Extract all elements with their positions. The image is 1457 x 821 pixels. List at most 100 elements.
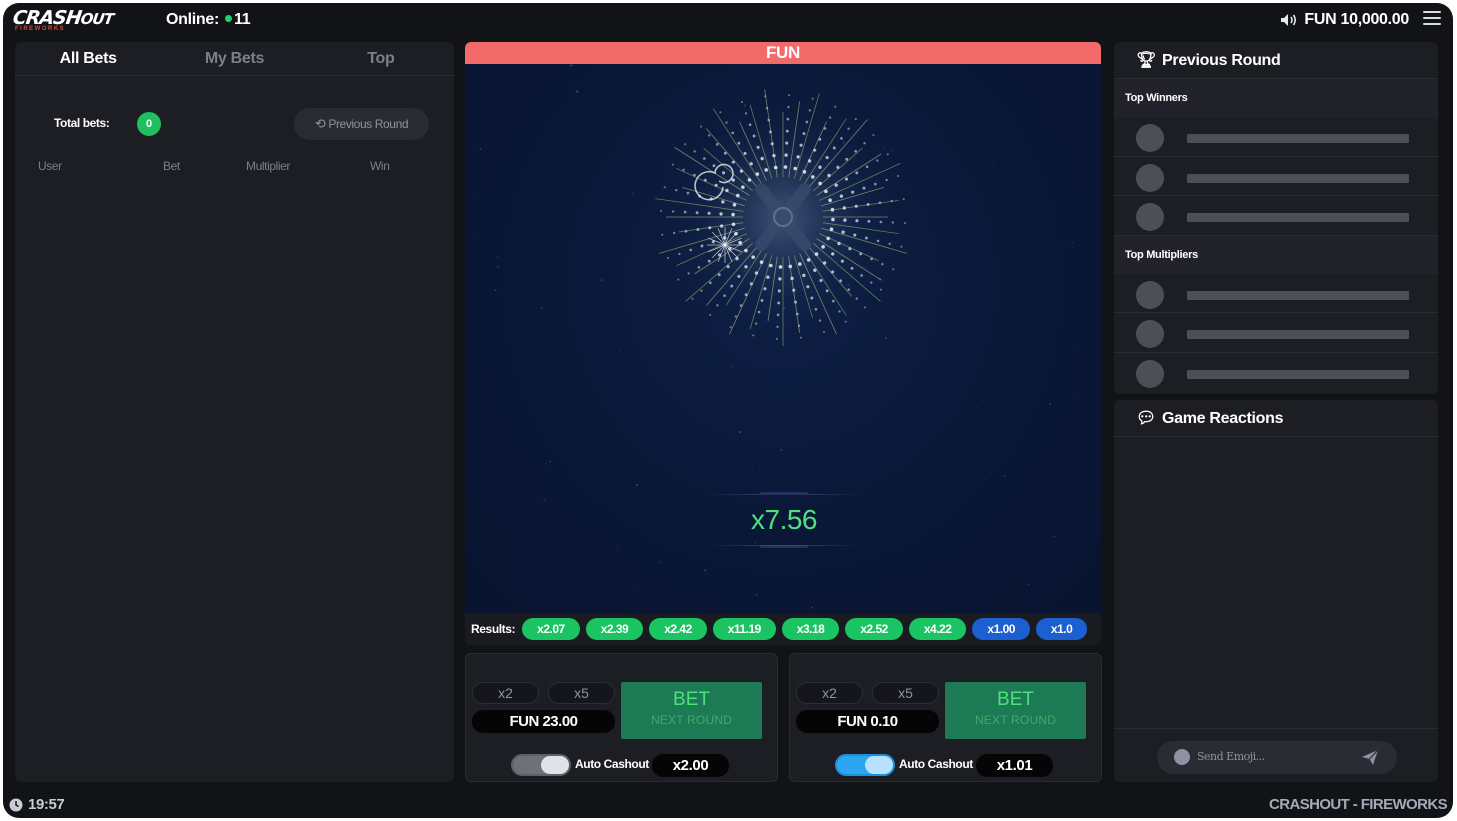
text-placeholder [1187,369,1409,379]
text-placeholder [1187,134,1409,143]
top-bar: CRASHOUT FIREWORKS Online: 11 FUN 10,000.… [3,3,1453,37]
logo-out: OUT [79,10,115,28]
result-chip[interactable]: x2.39 [585,618,644,640]
total-bets-label: Total bets: [54,116,110,130]
auto-cashout-input[interactable]: x2.00 [652,754,729,777]
result-chip[interactable]: x2.52 [845,618,903,640]
bets-panel: All Bets My Bets Top Total bets: 0 ⟲ Prev… [15,42,454,782]
game-reactions-panel: 💬︎ Game Reactions Send Emoji... [1114,400,1438,782]
bet-panel-2: x2 x5 FUN 0.10 BET NEXT ROUND Auto Casho… [789,653,1102,782]
online-label: Online: [166,11,220,28]
quick-x2-button[interactable]: x2 [472,682,539,704]
balance-value: FUN 10,000.00 [1304,11,1409,28]
text-placeholder [1187,330,1409,339]
auto-cashout-input[interactable]: x1.01 [976,754,1053,777]
top-winners-header: Top Winners [1114,79,1438,117]
hamburger-menu-icon[interactable] [1423,11,1441,27]
send-icon[interactable] [1361,749,1379,766]
avatar-placeholder [1136,359,1164,388]
total-bets-row: Total bets: 0 ⟲ Previous Round [15,108,454,140]
balance-area: FUN 10,000.00 [1280,11,1409,29]
bet-button-label: BET [673,689,710,710]
winner-row-placeholder [1114,117,1438,157]
results-bar: Results: x2.07 x2.39 x2.42 x11.19 x3.18 … [465,613,1101,645]
result-chip[interactable]: x2.42 [649,618,707,640]
bet-button[interactable]: BET NEXT ROUND [621,682,762,739]
col-win: Win [370,159,390,173]
result-chip[interactable]: x1.00 [972,618,1030,640]
send-emoji-input[interactable]: Send Emoji... [1157,741,1397,774]
auto-cashout-toggle[interactable] [835,754,895,776]
bet-button-sublabel: NEXT ROUND [650,713,733,727]
result-chip[interactable]: x4.22 [908,618,967,640]
tab-all-bets[interactable]: All Bets [15,42,161,75]
result-chip[interactable]: x1.0 [1035,618,1088,640]
online-indicator: Online: 11 [166,11,251,29]
toggle-knob [541,756,569,774]
result-chip[interactable]: x2.07 [522,618,580,640]
logo: CRASHOUT FIREWORKS [11,7,114,33]
game-mode-header: FUN [465,42,1101,64]
text-placeholder [1187,213,1409,222]
multiplier-top-accent [760,492,808,495]
avatar-placeholder [1136,280,1164,309]
previous-round-header: 🏆︎ Previous Round [1114,42,1438,79]
previous-round-label: Previous Round [328,117,409,131]
quick-x5-button[interactable]: x5 [548,682,615,704]
avatar-placeholder [1136,163,1164,192]
clock-time: 19:57 [28,796,65,813]
previous-round-title: Previous Round [1162,52,1281,69]
avatar-placeholder [1136,320,1164,348]
app-window: CRASHOUT FIREWORKS Online: 11 FUN 10,000.… [3,3,1453,818]
text-placeholder [1187,290,1409,300]
bet-amount-input[interactable]: FUN 23.00 [472,710,615,733]
history-icon: ⟲ [314,116,326,131]
multiplier-value: x7.56 [751,504,818,535]
speaker-icon[interactable] [1280,13,1298,27]
toggle-knob [865,756,893,774]
previous-round-button[interactable]: ⟲ Previous Round [294,108,429,140]
divider [1114,728,1438,729]
footer-brand: CRASHOUT - FIREWORKS [1269,796,1448,813]
chat-bubbles-icon: 💬︎ [1136,410,1157,427]
game-reactions-title: Game Reactions [1162,410,1284,427]
previous-round-panel: 🏆︎ Previous Round Top Winners Top Multipl… [1114,42,1438,394]
col-multiplier: Multiplier [246,159,291,173]
smiley-icon[interactable] [1174,749,1190,765]
text-placeholder [1187,173,1409,183]
game-reactions-header: 💬︎ Game Reactions [1114,400,1438,437]
col-bet: Bet [163,159,180,173]
online-count: 11 [234,11,251,28]
current-multiplier: x7.56 [705,492,863,548]
auto-cashout-label: Auto Cashout [575,757,649,771]
game-area: FUN x7.56 Results: x2.07 x2.39 x2.42 x11… [465,42,1101,645]
winner-row-placeholder [1114,157,1438,196]
logo-sub: FIREWORKS [15,26,66,32]
online-dot-icon [225,15,233,23]
fireworks-canvas: x7.56 [465,64,1101,613]
bet-amount-input[interactable]: FUN 0.10 [796,710,939,733]
avatar-placeholder [1136,203,1164,231]
multiplier-row-placeholder [1114,313,1438,353]
bet-button[interactable]: BET NEXT ROUND [945,682,1086,739]
bet-button-sublabel: NEXT ROUND [974,713,1057,727]
tab-top[interactable]: Top [308,42,454,75]
multiplier-row-placeholder [1114,274,1438,313]
top-multipliers-header: Top Multipliers [1114,235,1438,274]
bets-tabs: All Bets My Bets Top [15,42,454,76]
total-bets-badge: 0 [137,112,161,136]
quick-x2-button[interactable]: x2 [796,682,863,704]
result-chip[interactable]: x3.18 [781,618,840,640]
multiplier-row-placeholder [1114,353,1438,393]
footer-clock: 19:57 [9,796,65,813]
winner-row-placeholder [1114,196,1438,236]
clock-icon [9,798,23,811]
trophy-icon: 🏆︎ [1136,52,1157,69]
multiplier-bottom-accent [760,545,808,548]
result-chip[interactable]: x11.19 [712,618,776,640]
quick-x5-button[interactable]: x5 [872,682,939,704]
bet-panel-1: x2 x5 FUN 23.00 BET NEXT ROUND Auto Cash… [465,653,778,782]
auto-cashout-toggle[interactable] [511,754,571,776]
col-user: User [38,159,62,173]
tab-my-bets[interactable]: My Bets [161,42,307,75]
